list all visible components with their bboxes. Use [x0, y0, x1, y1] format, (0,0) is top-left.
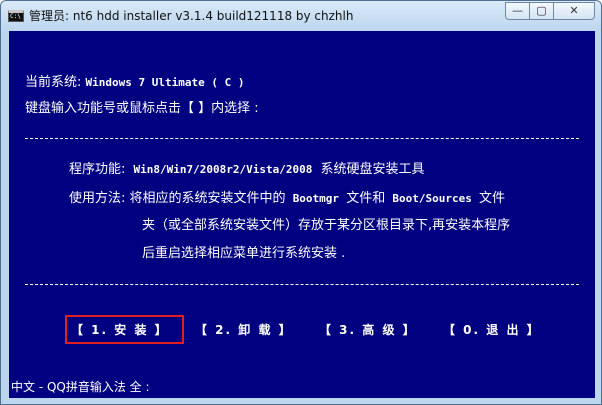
usage-text-c: 文件和 — [346, 191, 386, 206]
maximize-button[interactable]: ▢ — [529, 2, 554, 20]
installer-window: C:\ 管理员: nt6 hdd installer v3.1.4 build1… — [0, 0, 602, 405]
minimize-icon: — — [512, 4, 523, 17]
usage-text-a: 将相应的系统安装文件中的 — [129, 191, 286, 206]
close-button[interactable]: ✕ — [553, 2, 595, 20]
ime-status-bar: 中文 - QQ拼音输入法 全 : — [9, 377, 595, 398]
console-area: 当前系统: Windows 7 Ultimate ( C ) 键盘输入功能号或鼠… — [9, 31, 595, 398]
usage-text-e: 文件 — [478, 191, 505, 206]
window-title: 管理员: nt6 hdd installer v3.1.4 build12111… — [29, 9, 354, 23]
program-function-line: 程序功能: Win8/Win7/2008r2/Vista/2008 系统硬盘安装… — [69, 161, 425, 179]
usage-line-2: 夹（或全部系统安装文件）存放于某分区根目录下,再安装本程序 — [142, 218, 511, 233]
command-prompt-icon[interactable]: C:\ — [8, 10, 24, 22]
selection-prompt: 键盘输入功能号或鼠标点击【 】内选择 : — [25, 101, 259, 116]
divider-top — [25, 138, 579, 139]
usage-label: 使用方法: — [69, 191, 126, 206]
title-bar[interactable]: C:\ 管理员: nt6 hdd installer v3.1.4 build1… — [1, 1, 601, 31]
program-function-label: 程序功能: — [69, 162, 126, 177]
caption-buttons: — ▢ ✕ — [505, 2, 595, 20]
menu-install[interactable]: 【 1. 安 装 】 — [71, 319, 169, 341]
menu-advanced[interactable]: 【 3. 高 级 】 — [319, 319, 417, 341]
program-function-desc: 系统硬盘安装工具 — [320, 162, 425, 177]
usage-line-1: 使用方法: 将相应的系统安装文件中的 Bootmgr 文件和 Boot/Sour… — [69, 190, 505, 208]
current-system-value: Windows 7 Ultimate ( C ) — [85, 76, 245, 89]
program-function-versions: Win8/Win7/2008r2/Vista/2008 — [133, 163, 313, 176]
current-system-label: 当前系统: — [25, 75, 82, 90]
usage-bootmgr: Bootmgr — [292, 192, 340, 205]
menu-uninstall[interactable]: 【 2. 卸 载 】 — [195, 319, 293, 341]
usage-boot-sources: Boot/Sources — [392, 192, 472, 205]
menu-exit[interactable]: 【 0. 退 出 】 — [443, 319, 541, 341]
minimize-button[interactable]: — — [505, 2, 530, 20]
divider-bottom — [25, 284, 579, 285]
close-icon: ✕ — [569, 4, 579, 17]
maximize-icon: ▢ — [536, 4, 547, 17]
current-system-line: 当前系统: Windows 7 Ultimate ( C ) — [25, 74, 244, 92]
usage-line-3: 后重启选择相应菜单进行系统安装 . — [142, 246, 346, 261]
